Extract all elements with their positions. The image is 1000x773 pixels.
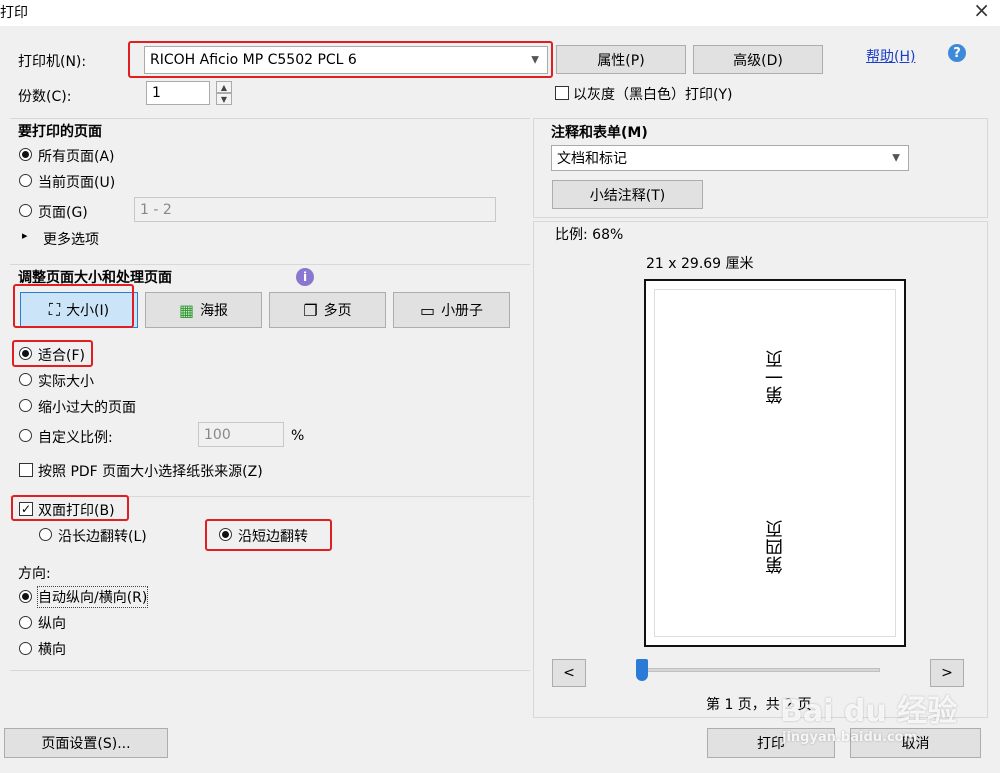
preview-page-content: 第一页 第四页: [654, 289, 896, 637]
pages-group: [10, 118, 530, 119]
advanced-button[interactable]: 高级(D): [693, 45, 823, 74]
page-slider-thumb[interactable]: [636, 659, 648, 681]
highlight-size-tab: [13, 284, 134, 328]
comments-select[interactable]: 文档和标记 ▼: [551, 145, 909, 171]
actual-size-label: 实际大小: [38, 374, 94, 390]
copies-input[interactable]: 1: [146, 81, 210, 105]
comments-heading: 注释和表单(M): [551, 125, 648, 141]
long-edge-label: 沿长边翻转(L): [58, 529, 147, 545]
paper-source-checkbox[interactable]: [19, 463, 33, 477]
tab-booklet[interactable]: ▭ 小册子: [393, 292, 510, 328]
scale-readout: 比例: 68%: [555, 227, 624, 243]
chevron-down-icon: ▼: [892, 152, 900, 164]
page-range-input[interactable]: 1 - 2: [134, 197, 496, 222]
info-icon[interactable]: i: [296, 268, 314, 286]
page-range-label: 页面(G): [38, 205, 88, 221]
landscape-label: 横向: [38, 642, 66, 658]
baidu-watermark: Bai du 经验: [780, 694, 958, 729]
radio-current-page[interactable]: [19, 174, 32, 187]
baidu-watermark-site: jingyan.baidu.com: [782, 730, 918, 745]
pages-heading: 要打印的页面: [18, 124, 102, 140]
help-icon[interactable]: ?: [948, 44, 966, 62]
tab-booklet-label: 小册子: [441, 303, 484, 319]
auto-orientation-label: 自动纵向/横向(R): [36, 586, 149, 608]
highlight-short-edge: [205, 519, 332, 551]
tab-poster-label: 海报: [200, 303, 229, 319]
tab-multipage-label: 多页: [323, 303, 352, 319]
highlight-duplex: [11, 495, 129, 521]
prev-page-button[interactable]: <: [552, 659, 586, 687]
radio-shrink[interactable]: [19, 399, 32, 412]
close-icon[interactable]: ×: [973, 0, 990, 22]
help-link[interactable]: 帮助(H): [866, 46, 915, 66]
page-setup-button[interactable]: 页面设置(S)...: [4, 728, 168, 758]
next-page-button[interactable]: >: [930, 659, 964, 687]
grayscale-checkbox[interactable]: [555, 86, 569, 100]
booklet-icon: ▭: [419, 300, 436, 320]
properties-button[interactable]: 属性(P): [556, 45, 686, 74]
current-page-label: 当前页面(U): [38, 175, 116, 191]
radio-portrait[interactable]: [19, 616, 32, 629]
shrink-label: 缩小过大的页面: [38, 400, 136, 416]
more-options-label[interactable]: 更多选项: [43, 229, 99, 249]
triangle-right-icon[interactable]: ▸: [22, 229, 28, 242]
spin-down-icon[interactable]: ▼: [216, 93, 232, 105]
highlight-printer: [128, 41, 553, 78]
spin-up-icon[interactable]: ▲: [216, 81, 232, 93]
custom-scale-value: 100: [204, 426, 231, 443]
title-bar: [0, 0, 1000, 26]
grayscale-label: 以灰度（黑白色）打印(Y): [573, 87, 733, 103]
radio-page-range[interactable]: [19, 204, 32, 217]
window-title: 打印: [0, 5, 28, 21]
tab-multipage[interactable]: ❐ 多页: [269, 292, 386, 328]
page-range-value: 1 - 2: [140, 201, 172, 218]
preview-page-top-text: 第一页: [765, 350, 786, 404]
radio-actual-size[interactable]: [19, 373, 32, 386]
radio-custom-scale[interactable]: [19, 429, 32, 442]
multipage-icon: ❐: [303, 300, 318, 320]
orientation-heading: 方向:: [18, 566, 51, 582]
radio-all-pages[interactable]: [19, 148, 32, 161]
percent-label: %: [291, 428, 305, 444]
radio-long-edge[interactable]: [39, 528, 52, 541]
orientation-group-end: [10, 670, 530, 671]
comments-selected: 文档和标记: [557, 151, 627, 167]
radio-landscape[interactable]: [19, 642, 32, 655]
preview-page: 第一页 第四页: [644, 279, 906, 647]
preview-page-bottom-text: 第四页: [765, 520, 786, 574]
tab-poster[interactable]: ▦ 海报: [145, 292, 262, 328]
copies-label: 份数(C):: [18, 89, 72, 105]
copies-value: 1: [152, 85, 161, 101]
paper-dimensions: 21 x 29.69 厘米: [646, 256, 754, 272]
custom-scale-label: 自定义比例:: [38, 430, 113, 446]
portrait-label: 纵向: [38, 616, 66, 632]
all-pages-label: 所有页面(A): [38, 149, 115, 165]
poster-icon: ▦: [178, 300, 195, 320]
page-slider-track[interactable]: [640, 668, 880, 672]
radio-auto-orientation[interactable]: [19, 590, 32, 603]
custom-scale-input[interactable]: 100: [198, 422, 284, 447]
summarize-button[interactable]: 小结注释(T): [552, 180, 703, 209]
sizing-group: [10, 264, 530, 265]
highlight-fit: [12, 340, 93, 367]
paper-source-label: 按照 PDF 页面大小选择纸张来源(Z): [38, 464, 263, 480]
printer-label: 打印机(N):: [18, 54, 87, 70]
